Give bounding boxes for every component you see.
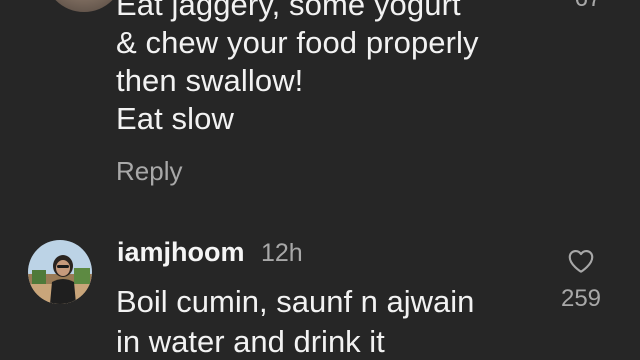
- like-count: 259: [560, 285, 602, 312]
- avatar-photo: [28, 240, 92, 304]
- commenter-avatar[interactable]: [44, 0, 124, 12]
- comment-username[interactable]: iamjhoom: [117, 234, 245, 270]
- avatar[interactable]: [28, 240, 92, 304]
- like-count: 67: [566, 0, 610, 14]
- comment-timestamp: 12h: [261, 239, 303, 267]
- heart-icon[interactable]: [566, 246, 596, 276]
- comment-text: Eat jaggery, some yogurt & chew your foo…: [116, 0, 479, 136]
- heart-outline-icon: [568, 249, 594, 273]
- comment-text: Boil cumin, saunf n ajwain in water and …: [116, 284, 475, 359]
- reply-button[interactable]: Reply: [116, 154, 182, 188]
